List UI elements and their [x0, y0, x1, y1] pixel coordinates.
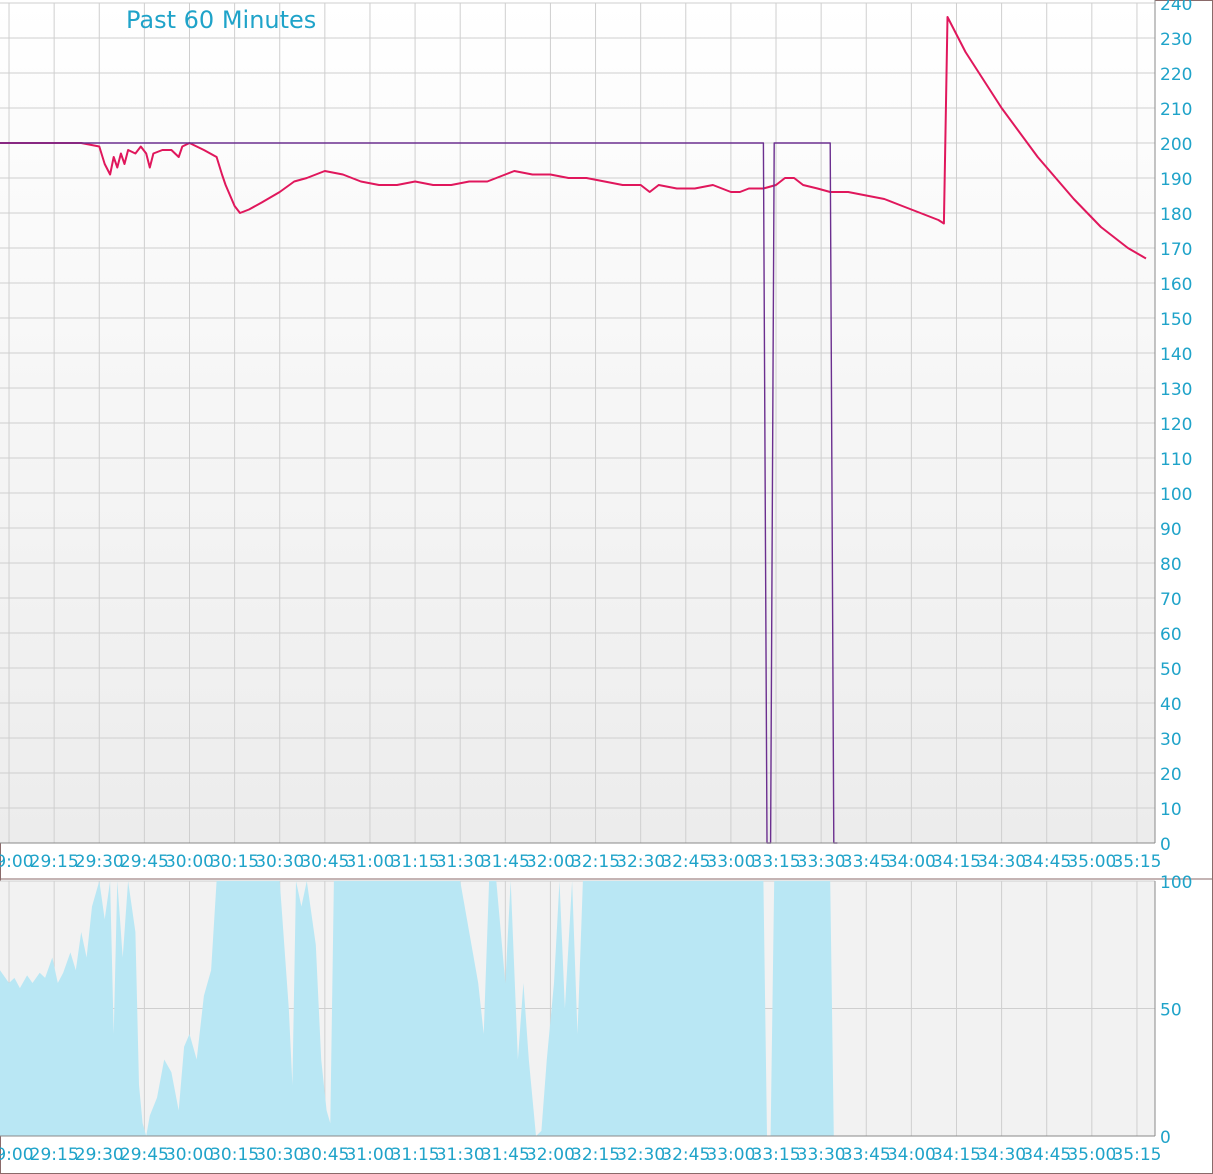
- x-tick-label: 29:30: [75, 1145, 124, 1165]
- x-tick-label: 31:30: [436, 852, 485, 872]
- bottom-chart-panel: 050100 29:0029:1529:3029:4530:0030:1530:…: [0, 873, 1192, 1165]
- y-tick-label: 50: [1160, 1001, 1182, 1021]
- bottom-y-tick-labels: 0 50 100: [1160, 873, 1192, 1148]
- y-tick-label: 0: [1160, 835, 1171, 855]
- y-tick-label: 20: [1160, 765, 1182, 785]
- x-tick-label: 29:45: [120, 1145, 169, 1165]
- x-tick-label: 33:30: [797, 1145, 846, 1165]
- x-tick-label: 33:15: [752, 852, 801, 872]
- x-tick-label: 29:15: [30, 1145, 79, 1165]
- y-tick-label: 40: [1160, 695, 1182, 715]
- x-tick-label: 34:00: [887, 1145, 936, 1165]
- y-tick-label: 130: [1160, 380, 1192, 400]
- x-tick-label: 30:00: [165, 1145, 214, 1165]
- x-tick-label: 34:15: [932, 1145, 981, 1165]
- x-tick-label: 29:00: [0, 1145, 34, 1165]
- x-tick-label: 35:15: [1112, 852, 1161, 872]
- x-tick-label: 30:30: [255, 852, 304, 872]
- top-x-tick-labels: 29:0029:1529:3029:4530:0030:1530:3030:45…: [0, 852, 1161, 872]
- x-tick-label: 34:45: [1022, 1145, 1071, 1165]
- x-tick-label: 31:15: [391, 852, 440, 872]
- x-tick-label: 31:45: [481, 852, 530, 872]
- x-tick-label: 29:45: [120, 852, 169, 872]
- x-tick-label: 31:00: [345, 1145, 394, 1165]
- y-tick-label: 170: [1160, 240, 1192, 260]
- x-tick-label: 32:45: [661, 852, 710, 872]
- x-tick-label: 32:00: [526, 1145, 575, 1165]
- x-tick-label: 30:15: [210, 852, 259, 872]
- x-tick-label: 30:45: [300, 852, 349, 872]
- x-tick-label: 30:15: [210, 1145, 259, 1165]
- x-tick-label: 31:15: [391, 1145, 440, 1165]
- x-tick-label: 33:45: [842, 1145, 891, 1165]
- y-tick-label: 120: [1160, 415, 1192, 435]
- y-tick-label: 180: [1160, 205, 1192, 225]
- chart-frame: 0 10 20 30 40 50 60 70 80 90 100 110 120 130 140 150 160…: [0, 0, 1213, 1174]
- y-tick-label: 150: [1160, 310, 1192, 330]
- top-plot-background: [0, 0, 1155, 843]
- y-tick-label: 200: [1160, 135, 1192, 155]
- x-tick-label: 35:15: [1112, 1145, 1161, 1165]
- top-chart-panel: 0 10 20 30 40 50 60 70 80 90 100 110 120 130 140 150 160…: [0, 0, 1192, 872]
- y-tick-label: 100: [1160, 485, 1192, 505]
- x-tick-label: 33:15: [752, 1145, 801, 1165]
- y-tick-label: 0: [1160, 1128, 1171, 1148]
- y-tick-label: 140: [1160, 345, 1192, 365]
- y-tick-label: 110: [1160, 450, 1192, 470]
- x-tick-label: 35:00: [1067, 1145, 1116, 1165]
- y-tick-label: 100: [1160, 873, 1192, 893]
- chart-title: Past 60 Minutes: [126, 6, 316, 34]
- x-tick-label: 33:00: [706, 852, 755, 872]
- bottom-x-tick-labels: 29:0029:1529:3029:4530:0030:1530:3030:45…: [0, 1145, 1161, 1165]
- x-tick-label: 32:15: [571, 852, 620, 872]
- y-tick-label: 240: [1160, 0, 1192, 15]
- x-tick-label: 29:15: [30, 852, 79, 872]
- y-tick-label: 50: [1160, 660, 1182, 680]
- y-tick-label: 220: [1160, 65, 1192, 85]
- x-tick-label: 34:30: [977, 1145, 1026, 1165]
- y-tick-label: 60: [1160, 625, 1182, 645]
- y-tick-label: 230: [1160, 30, 1192, 50]
- x-tick-label: 30:45: [300, 1145, 349, 1165]
- y-tick-label: 10: [1160, 800, 1182, 820]
- x-tick-label: 31:00: [345, 852, 394, 872]
- y-tick-label: 160: [1160, 275, 1192, 295]
- y-tick-label: 190: [1160, 170, 1192, 190]
- x-tick-label: 32:00: [526, 852, 575, 872]
- x-tick-label: 32:15: [571, 1145, 620, 1165]
- x-tick-label: 29:30: [75, 852, 124, 872]
- x-tick-label: 30:00: [165, 852, 214, 872]
- y-tick-label: 70: [1160, 590, 1182, 610]
- x-tick-label: 33:30: [797, 852, 846, 872]
- x-tick-label: 31:45: [481, 1145, 530, 1165]
- x-tick-label: 33:45: [842, 852, 891, 872]
- x-tick-label: 34:15: [932, 852, 981, 872]
- y-tick-label: 210: [1160, 100, 1192, 120]
- x-tick-label: 29:00: [0, 852, 34, 872]
- y-tick-label: 90: [1160, 520, 1182, 540]
- y-tick-label: 80: [1160, 555, 1182, 575]
- x-tick-label: 32:30: [616, 1145, 665, 1165]
- x-tick-label: 35:00: [1067, 852, 1116, 872]
- x-tick-label: 31:30: [436, 1145, 485, 1165]
- top-y-tick-labels: 0 10 20 30 40 50 60 70 80 90 100 110 120 130 140 150 160…: [1160, 0, 1192, 855]
- y-tick-label: 30: [1160, 730, 1182, 750]
- x-tick-label: 34:00: [887, 852, 936, 872]
- x-tick-label: 34:45: [1022, 852, 1071, 872]
- x-tick-label: 30:30: [255, 1145, 304, 1165]
- x-tick-label: 32:30: [616, 852, 665, 872]
- x-tick-label: 34:30: [977, 852, 1026, 872]
- x-tick-label: 33:00: [706, 1145, 755, 1165]
- x-tick-label: 32:45: [661, 1145, 710, 1165]
